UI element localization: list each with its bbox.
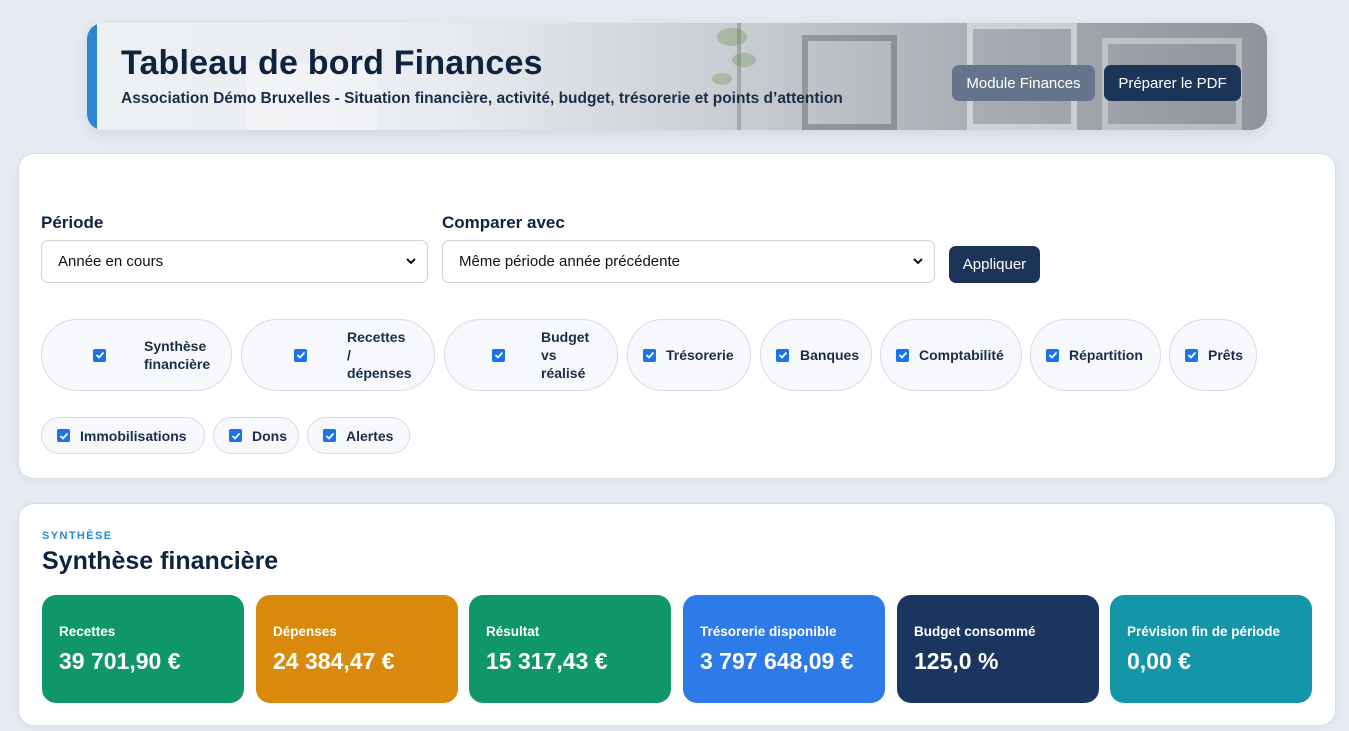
kpi-value: 24 384,47 € [273, 648, 395, 674]
section-toggle-comptabilite[interactable]: Comptabilité [880, 319, 1022, 391]
page-subtitle: Association Démo Bruxelles - Situation f… [121, 90, 843, 107]
checkbox-checked-icon[interactable] [492, 348, 505, 362]
chevron-down-icon [406, 258, 416, 265]
checkbox-checked-icon[interactable] [1046, 348, 1059, 362]
kpi-label: Résultat [486, 624, 540, 639]
checkbox-checked-icon[interactable] [643, 348, 656, 362]
period-select[interactable]: Année en cours [41, 240, 428, 283]
page-header: Tableau de bord Finances Association Dém… [87, 23, 1267, 130]
section-toggle-dons[interactable]: Dons [213, 417, 299, 454]
kpi-card-resultat: Résultat 15 317,43 € [469, 595, 671, 703]
section-toggle-label: Recettes / dépenses [347, 329, 412, 381]
section-toggle-label: Budget vs réalisé [541, 329, 590, 381]
kpi-label: Budget consommé [914, 624, 1036, 639]
section-toggle-label: Dons [252, 427, 287, 444]
compare-label: Comparer avec [442, 213, 565, 232]
filters-card: Période Année en cours Comparer avec Mêm… [18, 153, 1336, 479]
kpi-card-tresorerie: Trésorerie disponible 3 797 648,09 € [683, 595, 885, 703]
section-toggle-repartition[interactable]: Répartition [1030, 319, 1161, 391]
section-toggle-synthese[interactable]: Synthèse financière [41, 319, 232, 391]
section-toggle-tresorerie[interactable]: Trésorerie [627, 319, 751, 391]
checkbox-checked-icon[interactable] [896, 348, 909, 362]
section-toggle-recettes-depenses[interactable]: Recettes / dépenses [241, 319, 435, 391]
kpi-card-depenses: Dépenses 24 384,47 € [256, 595, 458, 703]
section-toggle-prets[interactable]: Prêts [1169, 319, 1257, 391]
kpi-card-budget: Budget consommé 125,0 % [897, 595, 1099, 703]
kpi-value: 3 797 648,09 € [700, 648, 854, 674]
chevron-down-icon [913, 258, 923, 265]
section-toggle-label: Trésorerie [666, 347, 734, 363]
synthesis-card: SYNTHÈSE Synthèse financière Recettes 39… [18, 503, 1336, 726]
section-toggle-label: Répartition [1069, 347, 1143, 363]
section-toggle-label: Synthèse financière [144, 338, 211, 372]
prepare-pdf-button[interactable]: Préparer le PDF [1104, 65, 1241, 101]
section-toggle-label: Banques [800, 347, 860, 363]
compare-select[interactable]: Même période année précédente [442, 240, 935, 283]
kpi-value: 39 701,90 € [59, 648, 181, 674]
checkbox-checked-icon[interactable] [93, 348, 106, 362]
checkbox-checked-icon[interactable] [57, 429, 70, 442]
checkbox-checked-icon[interactable] [323, 429, 336, 442]
kpi-card-recettes: Recettes 39 701,90 € [42, 595, 244, 703]
header-accent-bar [87, 23, 97, 130]
kpi-value: 0,00 € [1127, 648, 1191, 674]
page-title: Tableau de bord Finances [121, 44, 543, 82]
apply-button[interactable]: Appliquer [949, 246, 1040, 283]
period-select-value: Année en cours [58, 253, 164, 270]
section-toggle-label: Alertes [346, 427, 394, 444]
section-kicker: SYNTHÈSE [42, 530, 113, 542]
checkbox-checked-icon[interactable] [1185, 348, 1198, 362]
section-toggle-alertes[interactable]: Alertes [307, 417, 410, 454]
kpi-label: Trésorerie disponible [700, 624, 837, 639]
section-title: Synthèse financière [42, 547, 279, 575]
module-finances-button[interactable]: Module Finances [952, 65, 1095, 101]
section-toggle-immobilisations[interactable]: Immobilisations [41, 417, 205, 454]
section-toggle-label: Comptabilité [919, 347, 1004, 363]
kpi-value: 125,0 % [914, 648, 999, 674]
period-label: Période [41, 213, 104, 232]
kpi-label: Recettes [59, 624, 116, 639]
kpi-card-prevision: Prévision fin de période 0,00 € [1110, 595, 1312, 703]
compare-select-value: Même période année précédente [459, 253, 680, 270]
section-toggle-banques[interactable]: Banques [760, 319, 872, 391]
section-toggle-label: Prêts [1208, 347, 1244, 363]
kpi-label: Dépenses [273, 624, 337, 639]
checkbox-checked-icon[interactable] [776, 348, 789, 362]
section-toggle-label: Immobilisations [80, 427, 187, 444]
checkbox-checked-icon[interactable] [294, 348, 307, 362]
checkbox-checked-icon[interactable] [229, 429, 242, 442]
kpi-label: Prévision fin de période [1127, 624, 1281, 639]
kpi-value: 15 317,43 € [486, 648, 608, 674]
section-toggle-budget[interactable]: Budget vs réalisé [444, 319, 618, 391]
